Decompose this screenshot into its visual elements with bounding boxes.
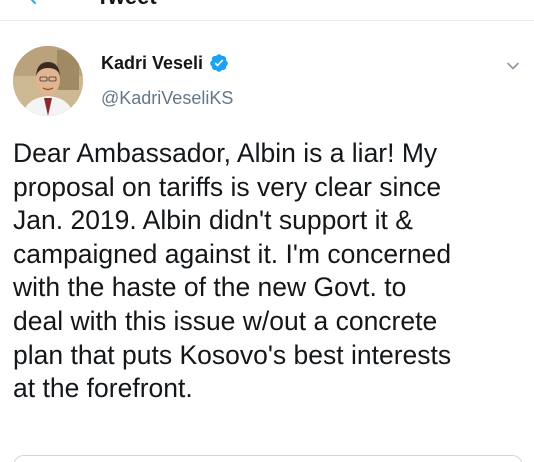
author-name-row: Kadri Veseli: [101, 52, 229, 74]
top-bar: Tweet: [0, 0, 534, 21]
tweet-detail-page: Tweet Kadri Veseli @KadriVeseliKS: [0, 0, 534, 462]
tweet-text: Dear Ambassador, Albin is a liar! My pro…: [13, 138, 452, 404]
author-display-name[interactable]: Kadri Veseli: [101, 52, 203, 74]
chevron-down-icon[interactable]: [505, 58, 521, 74]
avatar[interactable]: [13, 46, 83, 116]
quoted-card[interactable]: [13, 455, 523, 462]
verified-badge-icon: [209, 53, 229, 73]
back-arrow-icon[interactable]: [24, 0, 46, 8]
author-handle[interactable]: @KadriVeseliKS: [101, 87, 233, 109]
page-title: Tweet: [96, 0, 157, 8]
